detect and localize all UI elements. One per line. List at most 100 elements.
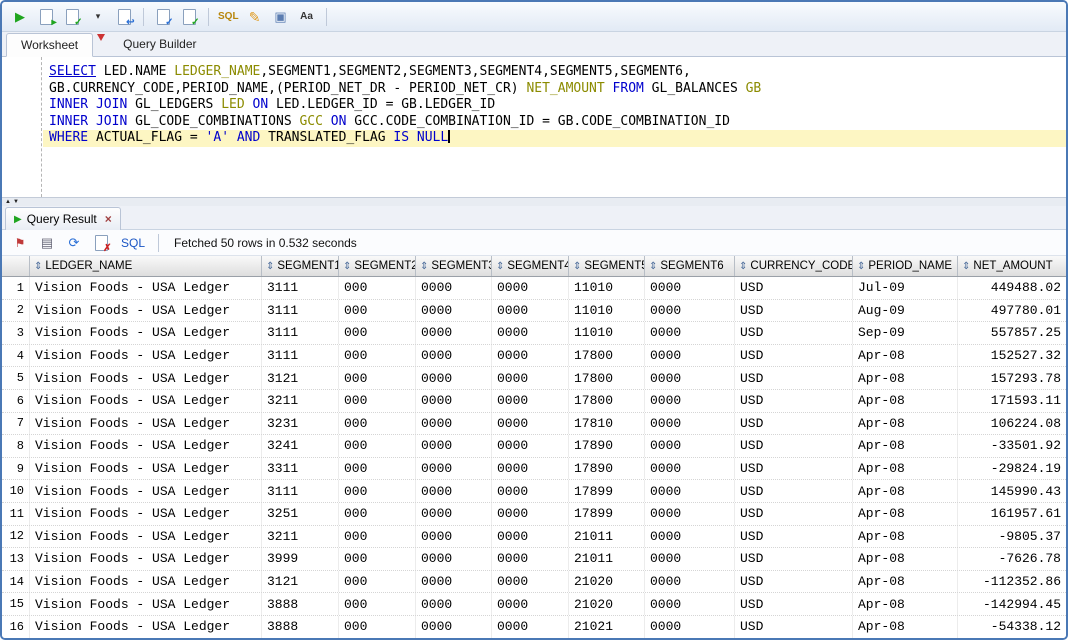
column-header-period_name[interactable]: ⇕PERIOD_NAME (853, 256, 958, 276)
column-header-segment2[interactable]: ⇕SEGMENT2 (339, 256, 416, 276)
cell-segment2[interactable]: 000 (339, 390, 416, 412)
cell-currency_code[interactable]: USD (735, 277, 853, 299)
column-header-segment6[interactable]: ⇕SEGMENT6 (645, 256, 735, 276)
explain-plan-icon[interactable]: ✓ (151, 6, 175, 28)
cell-segment1[interactable]: 3999 (262, 548, 339, 570)
cell-segment4[interactable]: 0000 (492, 458, 569, 480)
cell-currency_code[interactable]: USD (735, 345, 853, 367)
cell-currency_code[interactable]: USD (735, 593, 853, 615)
cell-segment5[interactable]: 17800 (569, 390, 645, 412)
cell-segment1[interactable]: 3211 (262, 526, 339, 548)
cell-segment3[interactable]: 0000 (416, 548, 492, 570)
cell-segment6[interactable]: 0000 (645, 390, 735, 412)
sql-history-icon[interactable]: ▣ (269, 6, 293, 28)
code-line[interactable]: INNER JOIN GL_CODE_COMBINATIONS GCC ON G… (43, 114, 1066, 131)
cell-segment4[interactable]: 0000 (492, 526, 569, 548)
cell-segment2[interactable]: 000 (339, 277, 416, 299)
table-row[interactable]: 12Vision Foods - USA Ledger3211000000000… (2, 526, 1066, 549)
rollback-icon[interactable]: ↩ (112, 6, 136, 28)
cell-ledger_name[interactable]: Vision Foods - USA Ledger (30, 503, 262, 525)
cell-ledger_name[interactable]: Vision Foods - USA Ledger (30, 277, 262, 299)
cell-segment2[interactable]: 000 (339, 322, 416, 344)
cell-net_amount[interactable]: 157293.78 (958, 367, 1066, 389)
cell-segment4[interactable]: 0000 (492, 616, 569, 638)
sort-icon[interactable]: ⇕ (266, 261, 274, 272)
cell-segment3[interactable]: 0000 (416, 480, 492, 502)
cell-net_amount[interactable]: 161957.61 (958, 503, 1066, 525)
cell-segment6[interactable]: 0000 (645, 367, 735, 389)
cell-net_amount[interactable]: -9805.37 (958, 526, 1066, 548)
cell-period_name[interactable]: Apr-08 (853, 503, 958, 525)
cell-ledger_name[interactable]: Vision Foods - USA Ledger (30, 480, 262, 502)
sql-link[interactable]: SQL (121, 236, 145, 250)
cell-segment6[interactable]: 0000 (645, 548, 735, 570)
fetch-all-icon[interactable]: ⟳ (62, 232, 86, 254)
cell-segment5[interactable]: 11010 (569, 277, 645, 299)
cell-period_name[interactable]: Apr-08 (853, 593, 958, 615)
panel-splitter[interactable]: ▲ ▼ (2, 197, 1066, 206)
table-row[interactable]: 11Vision Foods - USA Ledger3251000000000… (2, 503, 1066, 526)
cell-segment6[interactable]: 0000 (645, 480, 735, 502)
commit-icon[interactable]: ✓ (60, 6, 84, 28)
cell-currency_code[interactable]: USD (735, 616, 853, 638)
cell-segment1[interactable]: 3311 (262, 458, 339, 480)
pin-icon[interactable]: ⚑ (8, 232, 32, 254)
cell-segment1[interactable]: 3241 (262, 435, 339, 457)
cell-segment1[interactable]: 3111 (262, 345, 339, 367)
cell-segment3[interactable]: 0000 (416, 345, 492, 367)
cell-segment5[interactable]: 11010 (569, 300, 645, 322)
cell-segment1[interactable]: 3251 (262, 503, 339, 525)
cell-ledger_name[interactable]: Vision Foods - USA Ledger (30, 300, 262, 322)
cell-segment5[interactable]: 17899 (569, 480, 645, 502)
table-row[interactable]: 13Vision Foods - USA Ledger3999000000000… (2, 548, 1066, 571)
cell-segment1[interactable]: 3231 (262, 413, 339, 435)
cell-net_amount[interactable]: 106224.08 (958, 413, 1066, 435)
cell-segment4[interactable]: 0000 (492, 435, 569, 457)
cell-ledger_name[interactable]: Vision Foods - USA Ledger (30, 322, 262, 344)
sort-icon[interactable]: ⇕ (649, 261, 657, 272)
sql-editor[interactable]: SELECT LED.NAME LEDGER_NAME,SEGMENT1,SEG… (2, 57, 1066, 197)
cell-segment5[interactable]: 17890 (569, 458, 645, 480)
cell-ledger_name[interactable]: Vision Foods - USA Ledger (30, 548, 262, 570)
cell-ledger_name[interactable]: Vision Foods - USA Ledger (30, 390, 262, 412)
code-line[interactable]: INNER JOIN GL_LEDGERS LED ON LED.LEDGER_… (43, 97, 1066, 114)
cell-segment4[interactable]: 0000 (492, 571, 569, 593)
cell-ledger_name[interactable]: Vision Foods - USA Ledger (30, 616, 262, 638)
cell-segment3[interactable]: 0000 (416, 571, 492, 593)
run-statement-icon[interactable]: ▶ (8, 6, 32, 28)
table-row[interactable]: 8Vision Foods - USA Ledger32410000000000… (2, 435, 1066, 458)
cell-net_amount[interactable]: -112352.86 (958, 571, 1066, 593)
sort-icon[interactable]: ⇕ (573, 261, 581, 272)
cell-segment5[interactable]: 11010 (569, 322, 645, 344)
cell-period_name[interactable]: Apr-08 (853, 345, 958, 367)
cell-segment1[interactable]: 3111 (262, 300, 339, 322)
cell-segment1[interactable]: 3121 (262, 571, 339, 593)
cell-currency_code[interactable]: USD (735, 300, 853, 322)
cell-segment2[interactable]: 000 (339, 435, 416, 457)
code-line[interactable]: SELECT LED.NAME LEDGER_NAME,SEGMENT1,SEG… (43, 64, 1066, 81)
close-icon[interactable]: × (105, 212, 112, 226)
cell-segment3[interactable]: 0000 (416, 277, 492, 299)
cell-segment6[interactable]: 0000 (645, 345, 735, 367)
cell-segment3[interactable]: 0000 (416, 593, 492, 615)
cell-segment3[interactable]: 0000 (416, 616, 492, 638)
cell-segment2[interactable]: 000 (339, 548, 416, 570)
cell-ledger_name[interactable]: Vision Foods - USA Ledger (30, 435, 262, 457)
tab-query-builder[interactable]: Query Builder (109, 32, 210, 56)
cell-period_name[interactable]: Apr-08 (853, 480, 958, 502)
cell-segment6[interactable]: 0000 (645, 435, 735, 457)
tab-query-result[interactable]: ▶ Query Result × (5, 207, 121, 230)
cell-period_name[interactable]: Apr-08 (853, 616, 958, 638)
cell-segment6[interactable]: 0000 (645, 458, 735, 480)
cell-segment4[interactable]: 0000 (492, 503, 569, 525)
splitter-collapse-down-icon[interactable]: ▼ (13, 199, 19, 205)
cell-net_amount[interactable]: 557857.25 (958, 322, 1066, 344)
delete-icon[interactable]: ✗ (89, 232, 113, 254)
column-header-segment4[interactable]: ⇕SEGMENT4 (492, 256, 569, 276)
column-header-segment3[interactable]: ⇕SEGMENT3 (416, 256, 492, 276)
cell-segment1[interactable]: 3111 (262, 480, 339, 502)
cell-segment4[interactable]: 0000 (492, 413, 569, 435)
cell-segment6[interactable]: 0000 (645, 571, 735, 593)
cell-currency_code[interactable]: USD (735, 322, 853, 344)
cell-segment4[interactable]: 0000 (492, 322, 569, 344)
